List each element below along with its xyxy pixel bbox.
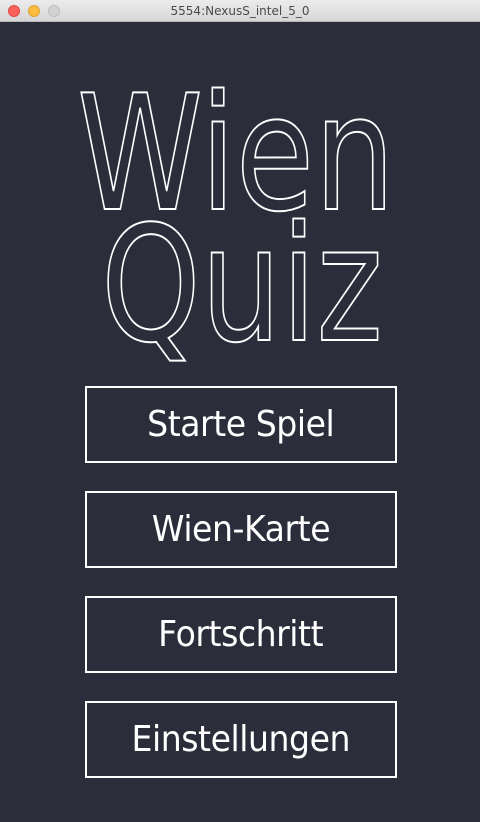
start-game-button[interactable]: Starte Spiel [85, 386, 397, 463]
window-title: 5554:NexusS_intel_5_0 [170, 4, 310, 18]
settings-button[interactable]: Einstellungen [85, 701, 397, 778]
vienna-map-button[interactable]: Wien-Karte [85, 491, 397, 568]
emulator-window: 5554:NexusS_intel_5_0 Wien Quiz Starte S… [0, 0, 480, 822]
window-titlebar: 5554:NexusS_intel_5_0 [0, 0, 480, 22]
app-logo: Wien Quiz [0, 22, 480, 382]
logo-svg: Wien Quiz [76, 59, 396, 379]
progress-button[interactable]: Fortschritt [85, 596, 397, 673]
logo-word-quiz: Quiz [101, 191, 383, 378]
settings-label: Einstellungen [131, 719, 351, 760]
app-screen: Wien Quiz Starte Spiel Wien-Karte Fortsc… [0, 22, 480, 822]
progress-label: Fortschritt [158, 614, 324, 655]
start-game-label: Starte Spiel [147, 404, 335, 445]
vienna-map-label: Wien-Karte [151, 509, 331, 550]
